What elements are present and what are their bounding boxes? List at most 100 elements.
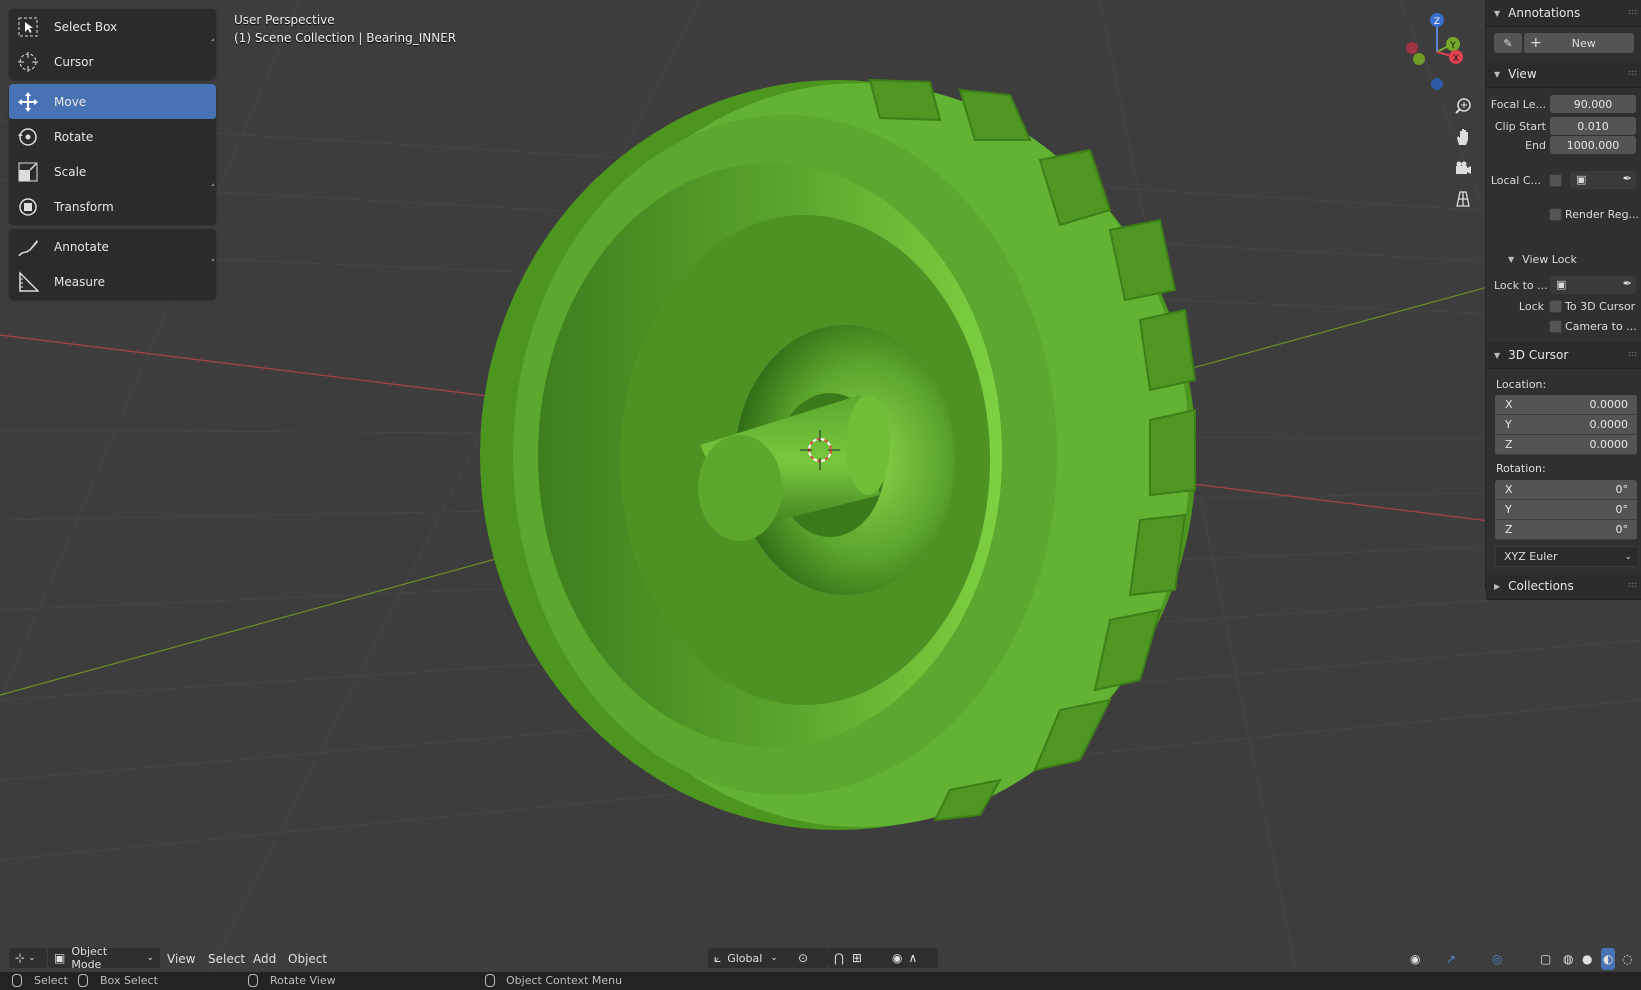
perspective-label: User Perspective bbox=[234, 13, 335, 27]
wheel-model[interactable] bbox=[480, 78, 1197, 830]
panel-title: 3D Cursor bbox=[1508, 348, 1569, 362]
axis-label-y: Y bbox=[1505, 503, 1512, 516]
rotation-label: Rotation: bbox=[1496, 462, 1546, 475]
gizmo-z-label: Z bbox=[1434, 17, 1440, 27]
render-region-row: Render Reg... bbox=[1486, 204, 1641, 224]
annotation-placement-dropdown[interactable]: ✎ bbox=[1494, 33, 1522, 53]
tool-group-annotate: Annotate Measure bbox=[9, 229, 216, 299]
cursor-icon bbox=[16, 50, 40, 74]
rotation-mode-dropdown[interactable]: XYZ Euler ⌄ bbox=[1495, 546, 1639, 567]
lock-camera-to-view-checkbox[interactable] bbox=[1549, 319, 1562, 333]
3d-cursor-panel-header[interactable]: ▼ 3D Cursor bbox=[1486, 342, 1641, 369]
cursor-location-y-field[interactable]: Y 0.0000 bbox=[1495, 415, 1637, 435]
shading-wireframe[interactable]: ◍ bbox=[1563, 948, 1573, 970]
select-box-icon bbox=[16, 15, 40, 39]
tool-label: Rotate bbox=[54, 129, 94, 144]
chevron-down-icon: ⌄ bbox=[146, 953, 154, 963]
plus-icon: + bbox=[1530, 35, 1542, 51]
proportional-editing-toggle[interactable]: ◉ ∧ bbox=[886, 948, 938, 968]
rendered-shading-icon: ◌ bbox=[1622, 952, 1633, 966]
gizmo-toggle[interactable]: ↗ bbox=[1446, 948, 1456, 970]
3d-viewport-icon: ⊹ bbox=[15, 951, 26, 965]
3d-cursor-panel-body: Location: X 0.0000 Y 0.0000 Z 0.0000 Rotati… bbox=[1486, 369, 1641, 567]
focal-length-field[interactable]: 90.000 bbox=[1550, 95, 1636, 113]
xray-toggle[interactable]: ▢ bbox=[1540, 948, 1551, 970]
cursor-location-z-field[interactable]: Z 0.0000 bbox=[1495, 435, 1637, 455]
tool-annotate[interactable]: Annotate bbox=[9, 229, 216, 264]
sidebar-n-panel: ▼ Annotations ✎ + New ▼ View Focal Le...… bbox=[1485, 0, 1641, 600]
menu-view[interactable]: View bbox=[167, 948, 195, 970]
zoom-icon[interactable] bbox=[1449, 92, 1477, 120]
cursor-location-z-value: 0.0000 bbox=[1589, 438, 1629, 451]
collapse-triangle-icon: ▼ bbox=[1508, 254, 1515, 264]
clip-end-field[interactable]: 1000.000 bbox=[1550, 136, 1636, 154]
tool-label: Measure bbox=[54, 274, 105, 289]
cursor-rotation-x-field[interactable]: X 0° bbox=[1495, 480, 1637, 500]
chevron-down-icon: ⌄ bbox=[28, 953, 36, 963]
annotations-panel-header[interactable]: ▼ Annotations bbox=[1486, 0, 1641, 27]
tool-select-box[interactable]: Select Box bbox=[9, 9, 216, 44]
drag-grip-icon[interactable] bbox=[1628, 70, 1638, 76]
lock-camera-row: Camera to ... bbox=[1486, 316, 1641, 336]
drag-grip-icon[interactable] bbox=[1628, 582, 1638, 588]
object-icon: ▣ bbox=[1556, 278, 1567, 291]
transform-orientation-dropdown[interactable]: ⟀ Global ⌄ bbox=[708, 948, 794, 968]
tool-cursor[interactable]: Cursor bbox=[9, 44, 216, 79]
snap-toggle[interactable]: ⋂ ⊞ bbox=[828, 948, 890, 968]
cursor-location-x-value: 0.0000 bbox=[1589, 398, 1629, 411]
collapse-triangle-icon: ▼ bbox=[1494, 350, 1501, 360]
eyedropper-icon[interactable]: ✒ bbox=[1623, 172, 1632, 185]
shading-rendered[interactable]: ◌ bbox=[1622, 948, 1632, 970]
tool-transform[interactable]: Transform bbox=[9, 189, 216, 224]
orientation-axes-icon: ⟀ bbox=[714, 950, 722, 965]
menu-select[interactable]: Select bbox=[208, 948, 245, 970]
drag-grip-icon[interactable] bbox=[1628, 9, 1638, 15]
snap-increment-icon: ⊞ bbox=[851, 951, 862, 965]
view-panel-header[interactable]: ▼ View bbox=[1486, 61, 1641, 88]
camera-view-icon[interactable] bbox=[1449, 154, 1477, 182]
editor-type-dropdown[interactable]: ⊹ ⌄ bbox=[9, 948, 47, 968]
tool-rotate[interactable]: Rotate bbox=[9, 119, 216, 154]
local-camera-checkbox[interactable] bbox=[1549, 173, 1562, 187]
mouse-right-icon bbox=[485, 974, 495, 987]
grid-perspective-icon[interactable] bbox=[1449, 185, 1477, 213]
lock-to-object-field[interactable]: ▣ ✒ bbox=[1550, 276, 1636, 294]
3d-viewport[interactable] bbox=[0, 0, 1641, 990]
pan-hand-icon[interactable] bbox=[1449, 123, 1477, 151]
lock-label: Lock bbox=[1518, 299, 1544, 313]
object-mode-icon: ▣ bbox=[54, 951, 66, 965]
view-lock-title: View Lock bbox=[1522, 252, 1577, 266]
local-camera-field[interactable]: ▣ ✒ bbox=[1570, 171, 1636, 189]
gizmo-y-label: Y bbox=[1449, 41, 1456, 51]
tool-move[interactable]: Move bbox=[9, 84, 216, 119]
object-mode-dropdown[interactable]: ▣ Object Mode ⌄ bbox=[48, 945, 160, 971]
shading-solid[interactable]: ● bbox=[1582, 948, 1592, 970]
mouse-left-icon bbox=[12, 974, 22, 987]
new-button-label: New bbox=[1571, 36, 1596, 50]
overlays-toggle[interactable]: ◎ bbox=[1492, 948, 1502, 970]
cursor-rotation-z-field[interactable]: Z 0° bbox=[1495, 520, 1637, 540]
eyedropper-icon[interactable]: ✒ bbox=[1623, 277, 1632, 290]
collections-panel-header[interactable]: ▶ Collections bbox=[1486, 573, 1641, 600]
proportional-edit-icon: ◉ bbox=[892, 951, 903, 965]
wireframe-shading-icon: ◍ bbox=[1563, 952, 1574, 966]
render-region-checkbox[interactable] bbox=[1549, 207, 1562, 221]
visibility-dropdown[interactable]: ◉ bbox=[1410, 948, 1420, 970]
shading-material[interactable]: ◐ bbox=[1601, 948, 1616, 970]
scene-canvas[interactable] bbox=[0, 0, 1641, 990]
pivot-point-dropdown[interactable]: ⊙ bbox=[792, 948, 828, 968]
cursor-rotation-y-field[interactable]: Y 0° bbox=[1495, 500, 1637, 520]
tool-measure[interactable]: Measure bbox=[9, 264, 216, 299]
new-annotation-button[interactable]: + New bbox=[1524, 33, 1634, 53]
material-shading-icon: ◐ bbox=[1603, 952, 1614, 966]
lock-to-3d-cursor-checkbox[interactable] bbox=[1549, 299, 1562, 313]
cursor-location-x-field[interactable]: X 0.0000 bbox=[1495, 395, 1637, 415]
tool-scale[interactable]: Scale bbox=[9, 154, 216, 189]
annotations-row: ✎ + New bbox=[1486, 27, 1641, 59]
menu-add[interactable]: Add bbox=[253, 948, 276, 970]
navigation-gizmo[interactable]: Z Y X bbox=[1395, 8, 1465, 90]
view-lock-subpanel-header[interactable]: ▼ View Lock bbox=[1486, 248, 1641, 270]
drag-grip-icon[interactable] bbox=[1628, 351, 1638, 357]
menu-object[interactable]: Object bbox=[288, 948, 327, 970]
clip-start-field[interactable]: 0.010 bbox=[1550, 117, 1636, 135]
